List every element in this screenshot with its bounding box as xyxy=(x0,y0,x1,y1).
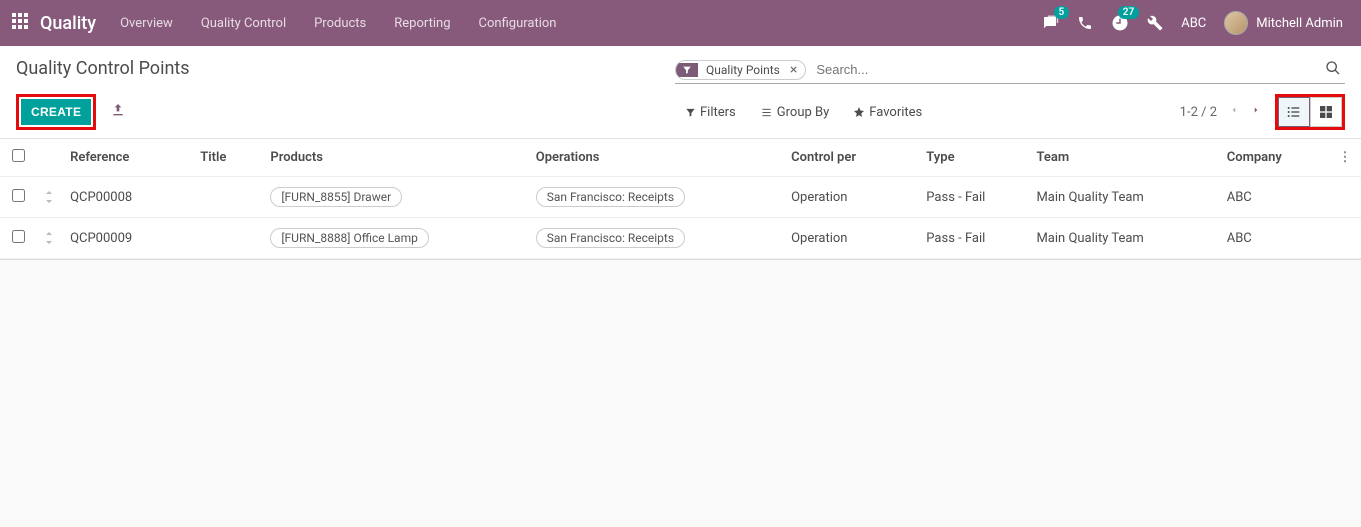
col-operations[interactable]: Operations xyxy=(528,139,783,177)
nav-item-reporting[interactable]: Reporting xyxy=(394,16,450,31)
facet-label: Quality Points xyxy=(698,61,786,79)
product-tag: [FURN_8888] Office Lamp xyxy=(270,228,428,248)
groupby-label: Group By xyxy=(777,105,830,120)
select-all-checkbox[interactable] xyxy=(12,149,25,162)
favorites-label: Favorites xyxy=(869,105,922,120)
page-title: Quality Control Points xyxy=(16,58,190,79)
col-team[interactable]: Team xyxy=(1028,139,1218,177)
col-title[interactable]: Title xyxy=(192,139,262,177)
operation-tag: San Francisco: Receipts xyxy=(536,187,685,207)
cell-type: Pass - Fail xyxy=(918,218,1028,259)
create-button[interactable]: CREATE xyxy=(21,99,91,125)
cell-team: Main Quality Team xyxy=(1028,218,1218,259)
row-checkbox[interactable] xyxy=(12,189,25,202)
drag-handle-icon[interactable] xyxy=(36,218,62,259)
col-products[interactable]: Products xyxy=(262,139,527,177)
top-nav: Quality Overview Quality Control Product… xyxy=(0,0,1361,46)
company-selector[interactable]: ABC xyxy=(1181,16,1206,31)
drag-handle-icon[interactable] xyxy=(36,177,62,218)
cell-control-per: Operation xyxy=(783,177,918,218)
list-view: Reference Title Products Operations Cont… xyxy=(0,139,1361,260)
filters-label: Filters xyxy=(700,105,736,120)
row-checkbox[interactable] xyxy=(12,230,25,243)
nav-menu: Overview Quality Control Products Report… xyxy=(120,16,556,31)
user-menu[interactable]: Mitchell Admin xyxy=(1224,11,1343,35)
qcp-table: Reference Title Products Operations Cont… xyxy=(0,139,1361,259)
facet-remove-icon[interactable]: × xyxy=(786,62,805,78)
search-bar[interactable]: Quality Points × xyxy=(675,58,1345,84)
search-facet: Quality Points × xyxy=(675,60,806,80)
table-row[interactable]: QCP00009 [FURN_8888] Office Lamp San Fra… xyxy=(0,218,1361,259)
cell-title xyxy=(192,218,262,259)
search-input[interactable] xyxy=(812,58,1321,81)
nav-item-overview[interactable]: Overview xyxy=(120,16,173,31)
topnav-right: 5 27 ABC Mitchell Admin xyxy=(1041,11,1361,35)
search-options: Filters Group By Favorites xyxy=(685,105,922,120)
export-icon[interactable] xyxy=(106,98,130,126)
cell-control-per: Operation xyxy=(783,218,918,259)
nav-item-products[interactable]: Products xyxy=(314,16,366,31)
list-view-icon[interactable] xyxy=(1278,97,1310,127)
app-brand[interactable]: Quality xyxy=(40,13,120,34)
col-company[interactable]: Company xyxy=(1219,139,1329,177)
apps-icon[interactable] xyxy=(0,13,40,33)
col-type[interactable]: Type xyxy=(918,139,1028,177)
cell-title xyxy=(192,177,262,218)
pager-next-icon[interactable] xyxy=(1251,103,1261,121)
filter-icon xyxy=(676,63,698,77)
optional-columns-icon[interactable]: ⋮ xyxy=(1329,139,1361,177)
filters-button[interactable]: Filters xyxy=(685,105,736,120)
col-control-per[interactable]: Control per xyxy=(783,139,918,177)
table-header-row: Reference Title Products Operations Cont… xyxy=(0,139,1361,177)
groupby-button[interactable]: Group By xyxy=(760,105,830,120)
cell-company: ABC xyxy=(1219,218,1329,259)
debug-icon[interactable] xyxy=(1147,15,1163,31)
nav-item-quality-control[interactable]: Quality Control xyxy=(201,16,286,31)
messaging-icon[interactable]: 5 xyxy=(1041,14,1059,32)
table-row[interactable]: QCP00008 [FURN_8855] Drawer San Francisc… xyxy=(0,177,1361,218)
cell-reference: QCP00008 xyxy=(62,177,192,218)
pager: 1-2 / 2 xyxy=(1180,103,1261,121)
cell-team: Main Quality Team xyxy=(1028,177,1218,218)
pager-prev-icon[interactable] xyxy=(1229,103,1239,121)
col-reference[interactable]: Reference xyxy=(62,139,192,177)
cell-type: Pass - Fail xyxy=(918,177,1028,218)
messaging-badge: 5 xyxy=(1054,6,1070,19)
avatar xyxy=(1224,11,1248,35)
cell-company: ABC xyxy=(1219,177,1329,218)
cell-reference: QCP00009 xyxy=(62,218,192,259)
activities-icon[interactable]: 27 xyxy=(1111,14,1129,32)
search-icon[interactable] xyxy=(1321,60,1345,80)
activities-badge: 27 xyxy=(1118,6,1139,19)
product-tag: [FURN_8855] Drawer xyxy=(270,187,402,207)
view-switcher-highlight xyxy=(1275,94,1345,130)
nav-item-configuration[interactable]: Configuration xyxy=(479,16,557,31)
kanban-view-icon[interactable] xyxy=(1310,97,1342,127)
pager-range[interactable]: 1-2 / 2 xyxy=(1180,105,1217,120)
operation-tag: San Francisco: Receipts xyxy=(536,228,685,248)
create-highlight: CREATE xyxy=(16,94,96,130)
user-name: Mitchell Admin xyxy=(1256,16,1343,31)
favorites-button[interactable]: Favorites xyxy=(853,105,922,120)
control-panel: Quality Control Points Quality Points × … xyxy=(0,46,1361,139)
phone-icon[interactable] xyxy=(1077,15,1093,31)
